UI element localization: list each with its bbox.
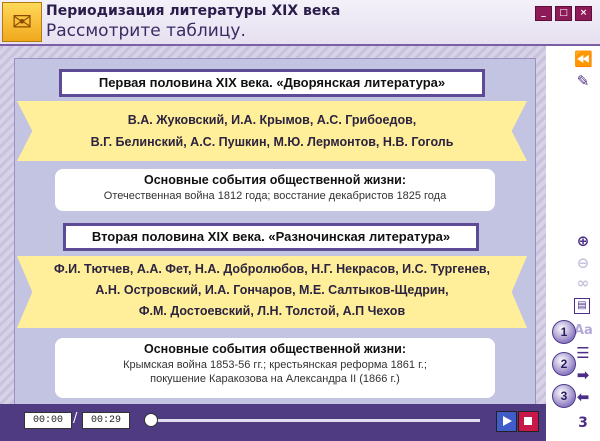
back-arrow-icon[interactable]: ⬅: [574, 388, 592, 406]
section-1-authors: В.А. Жуковский, И.А. Крымов, А.С. Грибое…: [17, 101, 527, 161]
right-toolbar: ⏪ ✎ ⊕ ⊖ ∞ ▤ Aa 1 ☰ 2 ➡ 3 ⬅ 3: [548, 46, 600, 441]
app-envelope-icon: ✉: [2, 2, 42, 42]
section-2-authors-line-1: Ф.И. Тютчев, А.А. Фет, Н.А. Добролюбов, …: [53, 262, 491, 276]
section-1-header: Первая половина XIX века. «Дворянская ли…: [59, 69, 485, 97]
title-bar: ✉ Периодизация литературы XIX века Рассм…: [0, 0, 600, 46]
section-2-events-text-2: покушение Каракозова на Александра II (1…: [150, 373, 400, 385]
progress-track[interactable]: [150, 419, 480, 422]
section-2-events: Основные события общественной жизни: Кры…: [55, 338, 495, 398]
zoom-in-icon[interactable]: ⊕: [574, 232, 592, 250]
page-number: 3: [578, 415, 588, 431]
pencil-icon[interactable]: ✎: [574, 72, 592, 90]
section-2-events-title: Основные события общественной жизни:: [143, 342, 407, 356]
stop-button[interactable]: [518, 411, 539, 432]
forward-arrow-icon[interactable]: ➡: [574, 366, 592, 384]
step-1-button[interactable]: 1: [552, 320, 576, 344]
section-2-header: Вторая половина XIX века. «Разночинская …: [63, 223, 479, 251]
current-time: 00:00: [24, 412, 72, 429]
table-panel: Первая половина XIX века. «Дворянская ли…: [14, 58, 536, 410]
player-controls: 00:00 / 00:29: [0, 404, 546, 441]
section-1-authors-line-1: В.А. Жуковский, И.А. Крымов, А.С. Грибое…: [127, 113, 417, 127]
close-icon[interactable]: ×: [575, 6, 592, 21]
section-2-authors-line-2: А.Н. Островский, И.А. Гончаров, М.Е. Сал…: [95, 283, 449, 297]
section-1-events-text: Отечественная война 1812 года; восстание…: [103, 190, 447, 202]
step-3-button[interactable]: 3: [552, 384, 576, 408]
section-1-authors-line-2: В.Г. Белинский, А.С. Пушкин, М.Ю. Лермон…: [90, 135, 454, 149]
window-title: Периодизация литературы XIX века: [46, 3, 341, 19]
zoom-out-icon[interactable]: ⊖: [574, 254, 592, 272]
total-time: 00:29: [82, 412, 130, 429]
progress-knob[interactable]: [144, 413, 158, 427]
play-button[interactable]: [496, 411, 517, 432]
font-size-icon[interactable]: Aa: [574, 322, 593, 340]
step-2-button[interactable]: 2: [552, 352, 576, 376]
document-icon[interactable]: ▤: [574, 298, 590, 314]
link-icon[interactable]: ∞: [574, 274, 592, 292]
rewind-icon[interactable]: ⏪: [574, 50, 593, 68]
section-2-authors-line-3: Ф.М. Достоевский, Л.Н. Толстой, А.П Чехо…: [138, 304, 406, 318]
time-separator: /: [73, 411, 78, 426]
minimize-icon[interactable]: _: [535, 6, 552, 21]
section-2-events-text-1: Крымская война 1853-56 гг.; крестьянская…: [123, 359, 427, 371]
window-subtitle: Рассмотрите таблицу.: [46, 21, 246, 41]
maximize-icon[interactable]: □: [555, 6, 572, 21]
section-2-authors: Ф.И. Тютчев, А.А. Фет, Н.А. Добролюбов, …: [17, 256, 527, 328]
section-1-events: Основные события общественной жизни: Оте…: [55, 169, 495, 211]
section-1-events-title: Основные события общественной жизни:: [143, 173, 407, 187]
window-controls: _ □ ×: [535, 6, 592, 21]
list-icon[interactable]: ☰: [574, 344, 592, 362]
